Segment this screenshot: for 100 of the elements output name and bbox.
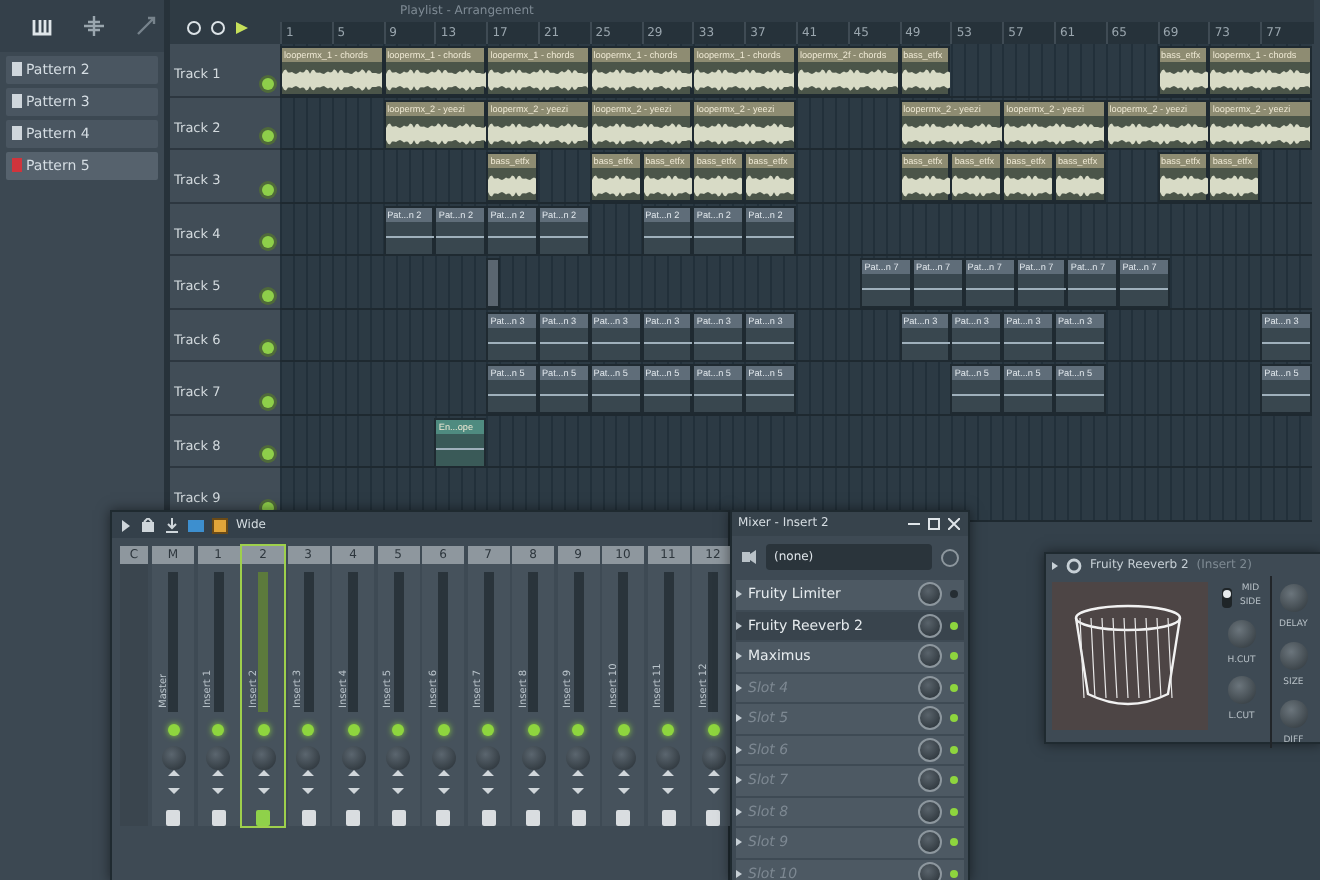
track-led[interactable] <box>262 183 274 195</box>
slot-led[interactable] <box>950 652 958 661</box>
track-led[interactable] <box>262 342 274 354</box>
knob[interactable] <box>1227 676 1256 705</box>
slot-led[interactable] <box>950 621 958 630</box>
volume-fader[interactable] <box>481 810 495 826</box>
slot-arrow-icon[interactable] <box>736 745 742 754</box>
level-meter <box>573 572 583 712</box>
link-icon[interactable] <box>136 16 156 36</box>
slot-arrow-icon[interactable] <box>736 776 742 785</box>
slot-led[interactable] <box>950 745 958 754</box>
envelope-line <box>436 447 485 449</box>
stereo-icon[interactable] <box>660 770 676 794</box>
stereo-icon[interactable] <box>705 770 721 794</box>
strip-led[interactable] <box>482 724 494 736</box>
knob[interactable] <box>1279 584 1308 612</box>
slot-arrow-icon[interactable] <box>736 838 742 847</box>
strip-led[interactable] <box>167 724 179 736</box>
strip-led[interactable] <box>527 724 539 736</box>
strip-led[interactable] <box>212 724 224 736</box>
level-meter <box>438 572 448 712</box>
slot-led[interactable] <box>950 714 958 723</box>
track-led[interactable] <box>262 130 274 142</box>
slot-arrow-icon[interactable] <box>736 714 742 723</box>
stereo-icon[interactable] <box>570 770 586 794</box>
mix-knob[interactable] <box>918 861 942 880</box>
mix-knob[interactable] <box>918 613 942 638</box>
view-icon[interactable] <box>212 517 228 533</box>
strip-led[interactable] <box>707 724 719 736</box>
download-icon[interactable] <box>164 517 180 533</box>
slot-arrow-icon[interactable] <box>736 869 742 878</box>
slot-led[interactable] <box>950 776 958 785</box>
strip-led[interactable] <box>302 724 314 736</box>
strip-led[interactable] <box>437 724 449 736</box>
stereo-icon[interactable] <box>525 770 541 794</box>
strip-led[interactable] <box>572 724 584 736</box>
track-led[interactable] <box>262 448 274 460</box>
pattern-icon <box>12 126 22 140</box>
stereo-icon[interactable] <box>480 770 496 794</box>
browser-icon[interactable] <box>32 17 52 35</box>
slot-led[interactable] <box>950 683 958 692</box>
clip-marker[interactable] <box>486 258 500 308</box>
mix-knob[interactable] <box>918 675 942 700</box>
slot-arrow-icon[interactable] <box>736 590 742 599</box>
stereo-icon[interactable] <box>255 770 271 794</box>
stereo-icon[interactable] <box>615 770 631 794</box>
mix-knob[interactable] <box>918 737 942 762</box>
strip-led[interactable] <box>347 724 359 736</box>
plugin-icon[interactable] <box>84 16 104 36</box>
slot-arrow-icon[interactable] <box>736 621 742 630</box>
knob[interactable] <box>1279 641 1308 670</box>
stereo-icon[interactable] <box>390 770 406 794</box>
mix-knob[interactable] <box>918 799 942 824</box>
stereo-icon[interactable] <box>210 770 226 794</box>
pattern-icon <box>12 158 22 172</box>
close-icon[interactable] <box>948 518 960 530</box>
volume-fader[interactable] <box>661 810 675 826</box>
mix-knob[interactable] <box>918 644 942 669</box>
maximize-icon[interactable] <box>928 518 940 530</box>
slot-led[interactable] <box>950 807 958 816</box>
slot-arrow-icon[interactable] <box>736 807 742 816</box>
slot-arrow-icon[interactable] <box>736 683 742 692</box>
volume-fader[interactable] <box>571 810 585 826</box>
level-meter <box>303 572 313 712</box>
stereo-icon[interactable] <box>165 770 181 794</box>
input-knob-icon[interactable] <box>940 547 960 567</box>
layout-icon[interactable] <box>188 517 204 533</box>
pattern-icon <box>12 94 22 108</box>
settings-icon[interactable] <box>1066 557 1082 573</box>
mode-switch-icon[interactable] <box>1222 587 1232 608</box>
knob[interactable] <box>1227 619 1256 647</box>
mix-knob[interactable] <box>918 582 942 607</box>
track-led[interactable] <box>262 395 274 407</box>
volume-fader[interactable] <box>301 810 315 826</box>
track-led[interactable] <box>262 289 274 301</box>
stereo-icon[interactable] <box>435 770 451 794</box>
slot-arrow-icon[interactable] <box>736 652 742 661</box>
volume-fader[interactable] <box>211 810 225 826</box>
playhead-icon[interactable] <box>234 20 250 36</box>
stereo-icon[interactable] <box>300 770 316 794</box>
stereo-icon[interactable] <box>345 770 361 794</box>
volume-fader[interactable] <box>391 810 405 826</box>
mix-knob[interactable] <box>918 768 942 793</box>
mix-knob[interactable] <box>918 706 942 731</box>
knob[interactable] <box>1279 699 1308 727</box>
strip-led[interactable] <box>617 724 629 736</box>
slot-led[interactable] <box>950 838 958 847</box>
strip-led[interactable] <box>662 724 674 736</box>
minimize-icon[interactable] <box>908 518 920 530</box>
track-led[interactable] <box>262 77 274 89</box>
level-meter <box>618 572 628 712</box>
menu-arrow-icon[interactable] <box>120 517 132 533</box>
input-icon[interactable] <box>740 548 758 566</box>
level-meter <box>663 572 673 712</box>
strip-led[interactable] <box>257 724 269 736</box>
mix-knob[interactable] <box>918 830 942 855</box>
track-led[interactable] <box>262 236 274 248</box>
strip-led[interactable] <box>392 724 404 736</box>
slot-led[interactable] <box>950 869 958 878</box>
menu-arrow-icon[interactable] <box>1052 561 1058 569</box>
